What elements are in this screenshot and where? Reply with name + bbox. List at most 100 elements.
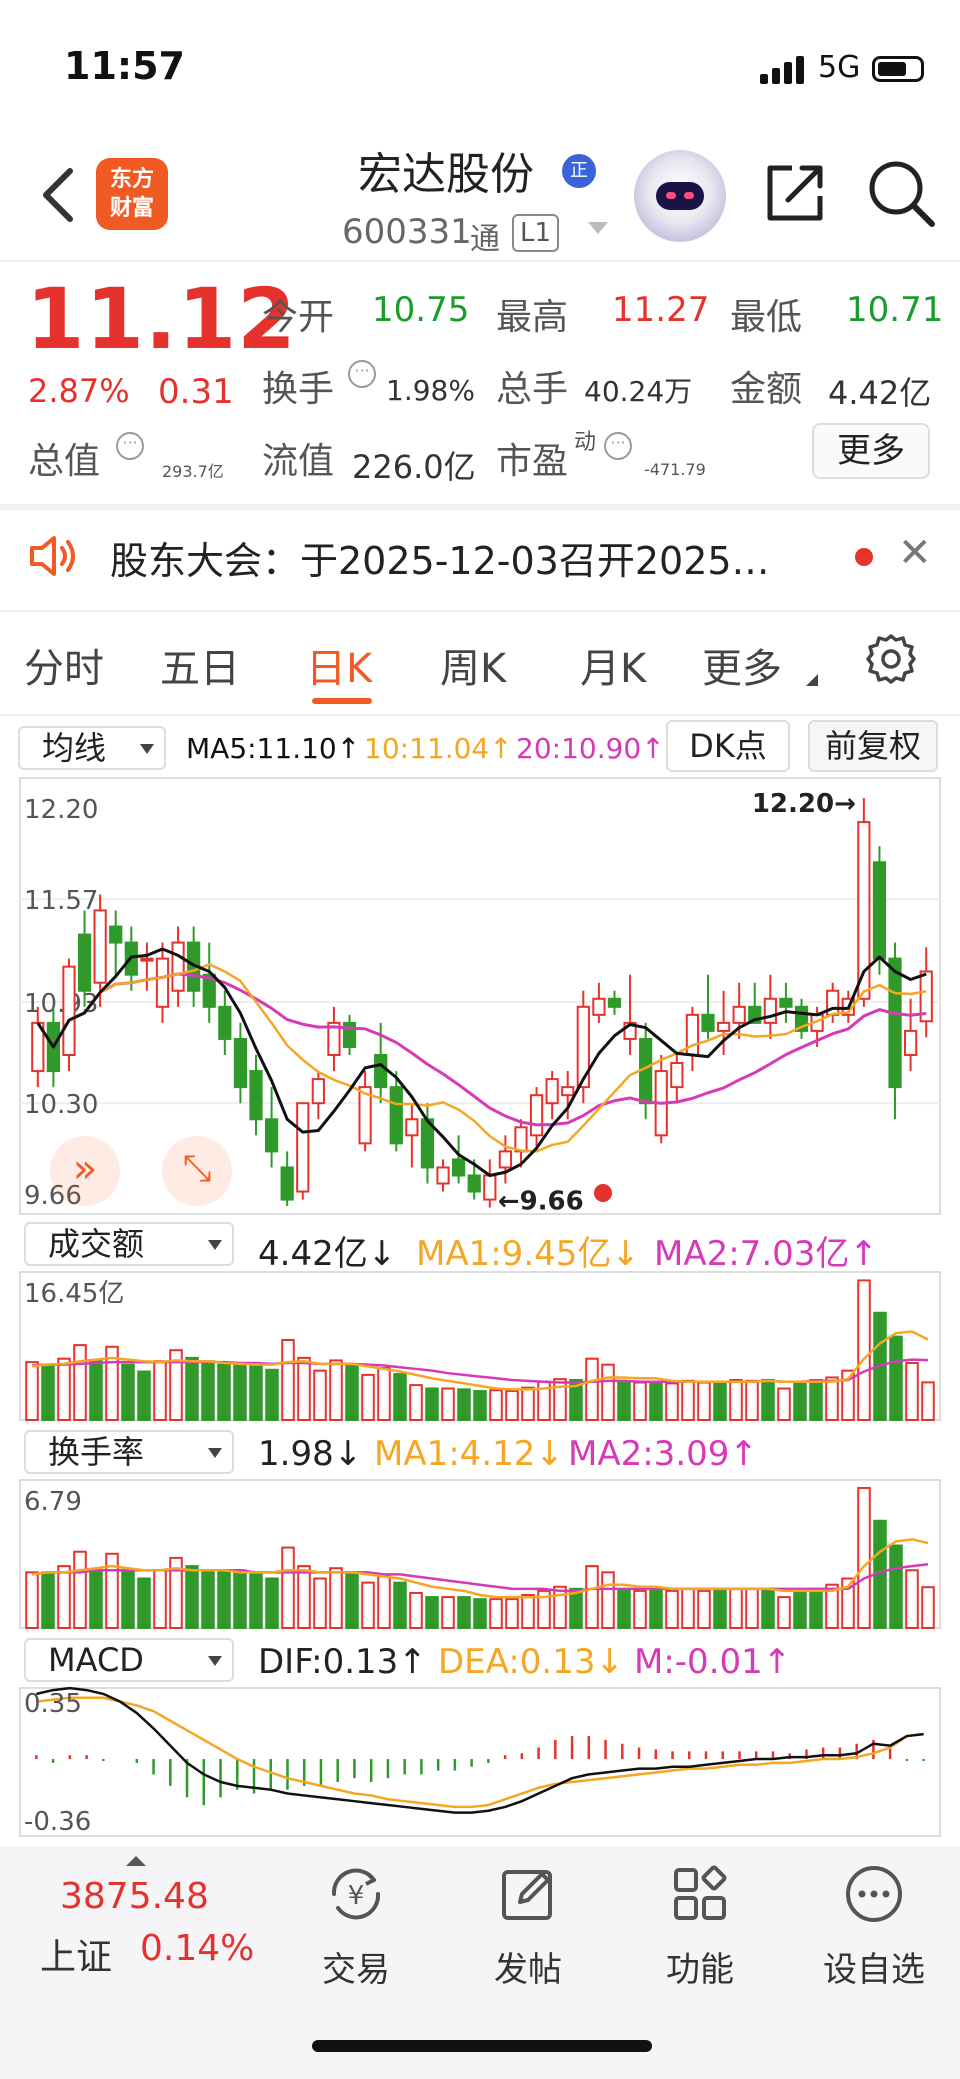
volume-bar[interactable] xyxy=(521,1386,535,1421)
turnover-bar[interactable] xyxy=(441,1596,455,1629)
indicator-select-turnover[interactable]: 换手率 xyxy=(24,1430,234,1474)
turnover-bar[interactable] xyxy=(377,1575,391,1630)
volume-bar[interactable] xyxy=(25,1361,39,1422)
volume-bar[interactable] xyxy=(681,1379,695,1422)
volume-bar[interactable] xyxy=(809,1379,823,1421)
candle-body[interactable] xyxy=(872,861,887,960)
turnover-bar[interactable] xyxy=(505,1598,519,1630)
turnover-bar[interactable] xyxy=(361,1581,375,1629)
volume-bar[interactable] xyxy=(665,1382,679,1422)
candle-body[interactable] xyxy=(467,1174,481,1193)
macd-chart[interactable]: 0.35 -0.36 xyxy=(19,1686,941,1837)
turnover-bar[interactable] xyxy=(809,1587,823,1629)
turnover-bar[interactable] xyxy=(457,1596,471,1629)
candle-body[interactable] xyxy=(561,1086,575,1097)
volume-bar[interactable] xyxy=(265,1368,279,1421)
candle-body[interactable] xyxy=(779,997,793,1008)
candle-body[interactable] xyxy=(483,1174,497,1201)
candle-body[interactable] xyxy=(155,957,170,1008)
candle-body[interactable] xyxy=(233,1037,248,1089)
candle-body[interactable] xyxy=(716,1021,731,1032)
turnover-bar[interactable] xyxy=(649,1589,663,1629)
volume-bar[interactable] xyxy=(185,1356,199,1421)
candle-body[interactable] xyxy=(405,1118,419,1137)
volume-bar[interactable] xyxy=(889,1335,903,1421)
turnover-bar[interactable] xyxy=(73,1550,87,1629)
turnover-bar[interactable] xyxy=(601,1571,615,1630)
indicator-select-macd[interactable]: MACD xyxy=(24,1638,234,1682)
candle-body[interactable] xyxy=(732,1005,746,1024)
turnover-bar[interactable] xyxy=(729,1587,743,1629)
candle-body[interactable] xyxy=(93,909,107,984)
turnover-bar[interactable] xyxy=(345,1571,359,1630)
volume-bar[interactable] xyxy=(649,1380,663,1422)
volume-bar[interactable] xyxy=(281,1339,295,1421)
volume-bar[interactable] xyxy=(857,1279,871,1421)
turnover-bar[interactable] xyxy=(313,1577,327,1630)
turnover-bar[interactable] xyxy=(697,1589,711,1629)
turnover-bar[interactable] xyxy=(153,1569,167,1630)
volume-bar[interactable] xyxy=(777,1387,791,1421)
volume-bar[interactable] xyxy=(57,1357,71,1421)
volume-bar[interactable] xyxy=(121,1363,135,1422)
volume-bar[interactable] xyxy=(153,1360,167,1422)
volume-bar[interactable] xyxy=(617,1380,631,1422)
turnover-bar[interactable] xyxy=(25,1571,39,1630)
candle-body[interactable] xyxy=(436,1166,450,1185)
volume-bar[interactable] xyxy=(249,1362,263,1422)
turnover-bar[interactable] xyxy=(89,1569,103,1630)
turnover-bar[interactable] xyxy=(793,1589,807,1629)
candle-body[interactable] xyxy=(607,997,622,1008)
turnover-chart[interactable]: 6.79 xyxy=(19,1479,941,1630)
turnover-bar[interactable] xyxy=(409,1591,423,1630)
index-name[interactable]: 上证 xyxy=(40,1928,112,1980)
expand-panel-icon[interactable]: » xyxy=(50,1136,120,1206)
turnover-bar[interactable] xyxy=(265,1577,279,1630)
candle-body[interactable] xyxy=(374,1054,388,1089)
volume-bar[interactable] xyxy=(89,1360,103,1422)
volume-bar[interactable] xyxy=(697,1381,711,1422)
candle-body[interactable] xyxy=(670,1062,684,1089)
volume-bar[interactable] xyxy=(313,1369,327,1422)
volume-bar[interactable] xyxy=(745,1379,759,1422)
volume-bar[interactable] xyxy=(585,1357,599,1421)
turnover-bar[interactable] xyxy=(281,1546,295,1630)
turnover-bar[interactable] xyxy=(473,1598,487,1630)
volume-bar[interactable] xyxy=(489,1389,503,1422)
candle-body[interactable] xyxy=(171,941,185,992)
fullscreen-icon[interactable]: ⤡ xyxy=(162,1136,232,1206)
volume-bar[interactable] xyxy=(761,1379,775,1421)
turnover-bar[interactable] xyxy=(857,1487,871,1629)
candle-body[interactable] xyxy=(452,1158,466,1177)
volume-chart[interactable]: 16.45亿 xyxy=(19,1271,941,1422)
candle-body[interactable] xyxy=(498,1150,512,1169)
turnover-bar[interactable] xyxy=(121,1571,135,1630)
candle-body[interactable] xyxy=(62,965,76,1057)
turnover-bar[interactable] xyxy=(889,1544,903,1629)
function-icon[interactable] xyxy=(668,1862,732,1926)
candle-body[interactable] xyxy=(514,1126,528,1153)
candle-body[interactable] xyxy=(280,1166,294,1201)
volume-bar[interactable] xyxy=(441,1387,455,1421)
volume-bar[interactable] xyxy=(713,1380,727,1422)
volume-bar[interactable] xyxy=(921,1381,935,1421)
turnover-bar[interactable] xyxy=(425,1596,439,1629)
index-percent[interactable]: 0.14% xyxy=(140,1928,254,1969)
post-icon[interactable] xyxy=(496,1862,560,1926)
candle-body[interactable] xyxy=(389,1086,403,1145)
indicator-select-volume[interactable]: 成交额 xyxy=(24,1222,234,1266)
kline-chart[interactable]: 12.2011.5710.9310.309.6612.20→←9.66 xyxy=(19,777,941,1217)
turnover-bar[interactable] xyxy=(41,1571,55,1630)
turnover-bar[interactable] xyxy=(329,1567,343,1629)
turnover-bar[interactable] xyxy=(137,1577,151,1630)
trade-icon[interactable]: ¥ xyxy=(324,1862,388,1926)
turnover-bar[interactable] xyxy=(185,1565,199,1629)
volume-bar[interactable] xyxy=(345,1363,359,1422)
turnover-bar[interactable] xyxy=(745,1587,759,1629)
volume-bar[interactable] xyxy=(793,1381,807,1422)
turnover-bar[interactable] xyxy=(393,1581,407,1629)
nav-trade-label[interactable]: 交易 xyxy=(286,1942,426,1991)
volume-bar[interactable] xyxy=(729,1379,743,1421)
candle-body[interactable] xyxy=(701,1013,715,1032)
volume-bar[interactable] xyxy=(553,1378,567,1421)
